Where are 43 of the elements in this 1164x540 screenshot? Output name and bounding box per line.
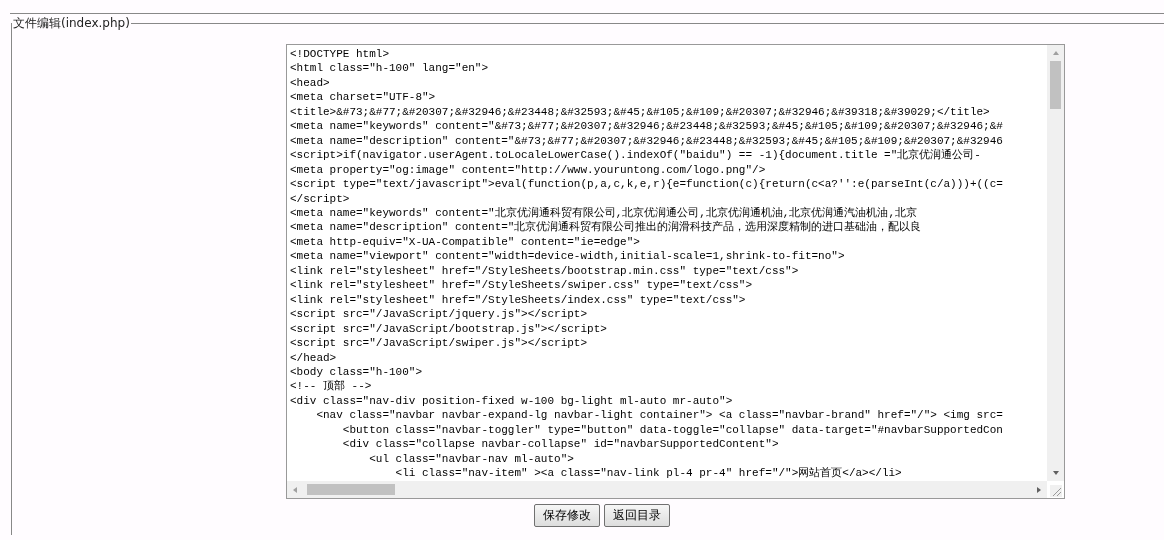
code-line: <meta charset="UTF-8">: [290, 90, 437, 105]
legend-title: 文件编辑(index.php): [12, 15, 131, 32]
right-arrow-icon[interactable]: [1035, 485, 1043, 494]
code-line: <meta name="viewport" content="width=device-width,initial-scale=1,shrink-to-fit=no">: [290, 249, 846, 264]
code-line: </head>: [290, 350, 338, 365]
code-line: <button class="navbar-toggler" type="button" data-toggle="collapse" data-target="#navbarSupportedCon: [341, 422, 1004, 438]
form-button[interactable]: 返回目录: [604, 504, 670, 527]
down-arrow-icon[interactable]: [1051, 469, 1060, 477]
code-line: <meta http-equiv="X-UA-Compatible" content="ie=edge">: [290, 234, 641, 250]
code-line: <meta property="og:image" content="http://www.youruntong.com/logo.png"/>: [290, 162, 767, 178]
code-line: <link rel="stylesheet" href="/StyleSheets/swiper.css" type="text/css">: [290, 278, 754, 293]
code-line: <div class="nav-div position-fixed w-100 bg-light ml-auto mr-auto">: [290, 393, 734, 409]
code-line: <nav class="navbar navbar-expand-lg navbar-light container"> <a class="navbar-brand" href="/"> <img src=: [315, 408, 1004, 423]
code-line: </script>: [290, 191, 351, 206]
code-line: <script>if(navigator.userAgent.toLocaleLowerCase().indexOf("baidu") == -1){document.title ="北京优润通公司-: [290, 148, 982, 163]
code-line: <title>&#73;&#77;&#20307;&#32946;&#23448;&#32593;&#45;&#105;&#109;&#20307;&#32946;&#39318;&#39029;</title>: [290, 104, 991, 120]
code-line: <li class="nav-item" ><a class="nav-link pl-4 pr-4" href="/">网站首页</a></li>: [394, 466, 903, 481]
form-button[interactable]: 保存修改: [534, 504, 600, 527]
left-arrow-icon[interactable]: [291, 485, 299, 494]
scroll-thumb[interactable]: [307, 484, 395, 495]
up-arrow-icon[interactable]: [1051, 49, 1060, 57]
code-line: <link rel="stylesheet" href="/StyleSheets/index.css" type="text/css">: [290, 292, 747, 308]
code-line: <meta name="description" content="北京优润通科贸有限公司推出的润滑科技产品，选用深度精制的进口基础油，配以良: [290, 220, 923, 235]
code-line: <script type="text/javascript">eval(function(p,a,c,k,e,r){e=function(c){return(c<a?'':e(parseInt(c/a)))+((c=: [290, 177, 1004, 192]
code-line: <!-- 顶部 -->: [290, 379, 373, 394]
code-line: <meta name="keywords" content="北京优润通科贸有限公司,北京优润通公司,北京优润通机油,北京优润通汽油机油,北京: [290, 206, 919, 221]
code-line: <ul class="navbar-nav ml-auto">: [368, 451, 575, 467]
code-line: <script src="/JavaScript/jquery.js"></script>: [290, 307, 589, 322]
code-line: <body class="h-100">: [290, 364, 424, 380]
vertical-scrollbar[interactable]: [1047, 45, 1064, 481]
code-line: <script src="/JavaScript/swiper.js"></script>: [290, 336, 589, 351]
horizontal-scrollbar[interactable]: [287, 481, 1047, 498]
code-line: <html class="h-100" lang="en">: [290, 61, 490, 76]
code-line: <meta name="description" content="&#73;&#77;&#20307;&#32946;&#23448;&#32593;&#45;&#105;&#109;&#20307;&#32946: [290, 133, 1004, 149]
code-line: <meta name="keywords" content="&#73;&#77;&#20307;&#32946;&#23448;&#32593;&#45;&#105;&#109;&#20307;&#32946;&#: [290, 119, 1004, 134]
code-line: <div class="collapse navbar-collapse" id="navbarSupportedContent">: [341, 437, 780, 452]
code-line: <head>: [290, 75, 331, 91]
resize-grip-icon[interactable]: [1050, 485, 1062, 497]
code-line: <link rel="stylesheet" href="/StyleSheets/bootstrap.min.css" type="text/css">: [290, 263, 800, 279]
code-editor[interactable]: [286, 44, 1065, 499]
scroll-thumb[interactable]: [1050, 61, 1061, 109]
code-line: <script src="/JavaScript/bootstrap.js"></script>: [290, 321, 608, 337]
code-line: <!DOCTYPE html>: [290, 47, 391, 62]
